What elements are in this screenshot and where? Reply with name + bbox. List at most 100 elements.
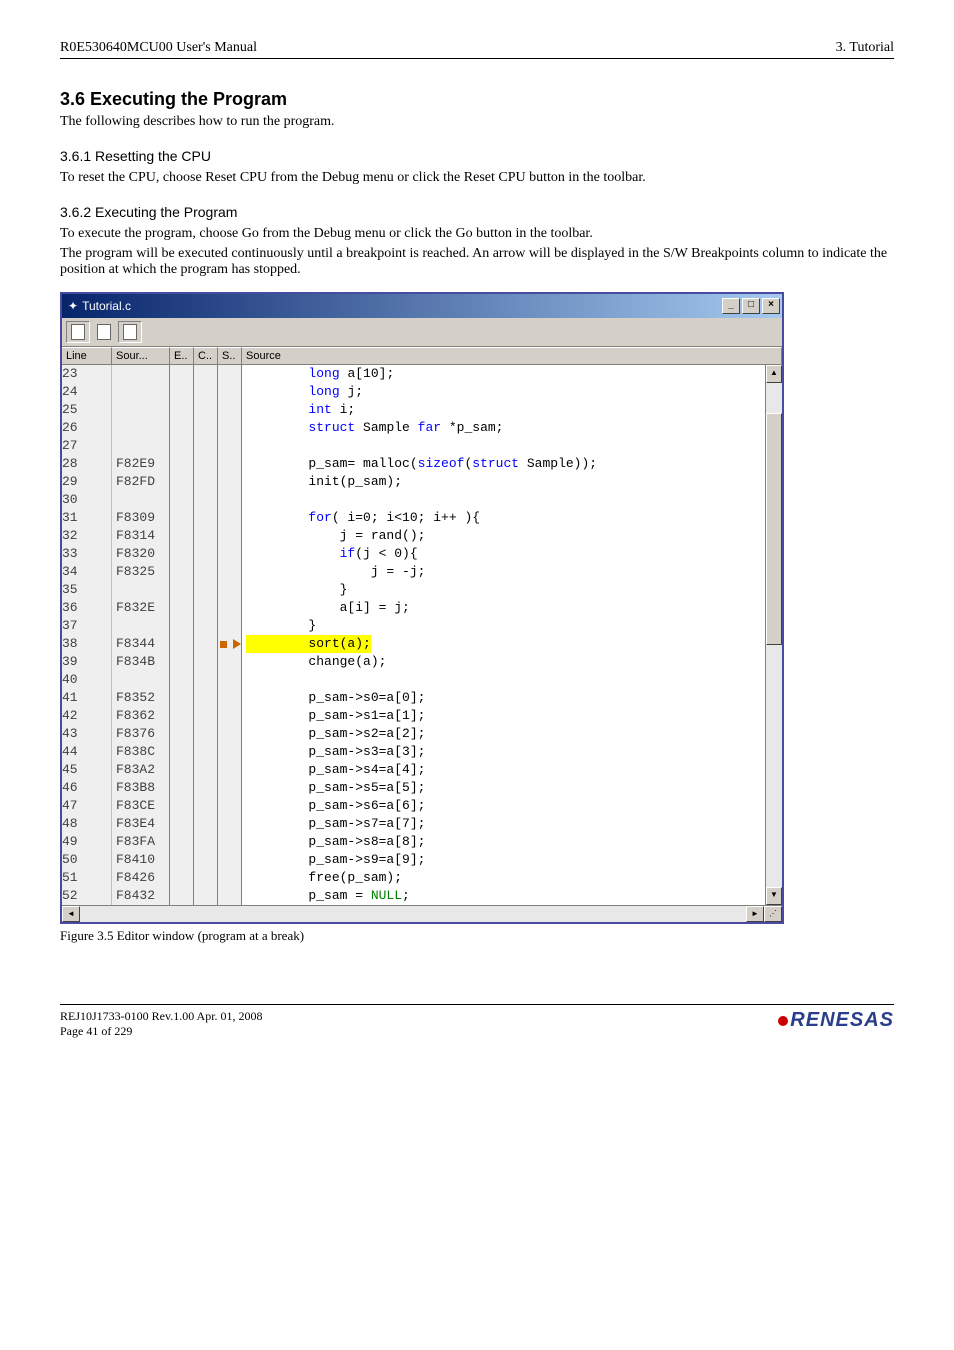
minimize-button[interactable]: _: [722, 298, 740, 314]
breakpoint-cell[interactable]: [218, 581, 241, 599]
source-line[interactable]: struct Sample far *p_sam;: [246, 419, 765, 437]
source-line[interactable]: j = rand();: [246, 527, 765, 545]
e-cell: [170, 707, 193, 725]
source-line[interactable]: p_sam->s0=a[0];: [246, 689, 765, 707]
breakpoint-cell[interactable]: [218, 473, 241, 491]
source-line[interactable]: [246, 671, 765, 689]
source-line[interactable]: change(a);: [246, 653, 765, 671]
breakpoint-cell[interactable]: [218, 509, 241, 527]
source-line[interactable]: p_sam->s1=a[1];: [246, 707, 765, 725]
scroll-up-button[interactable]: ▲: [766, 365, 782, 383]
source-line[interactable]: p_sam->s8=a[8];: [246, 833, 765, 851]
source-line[interactable]: }: [246, 581, 765, 599]
toolbar-btn-2[interactable]: [92, 321, 116, 343]
c-cell: [194, 527, 217, 545]
toolbar-btn-1[interactable]: [66, 321, 90, 343]
e-cell: [170, 419, 193, 437]
titlebar[interactable]: ✦ Tutorial.c _ □ ×: [62, 294, 782, 318]
breakpoint-cell[interactable]: [218, 635, 241, 653]
breakpoint-cell[interactable]: [218, 725, 241, 743]
source-line[interactable]: long a[10];: [246, 365, 765, 383]
source-line[interactable]: [246, 437, 765, 455]
source-line[interactable]: }: [246, 617, 765, 635]
source-line[interactable]: int i;: [246, 401, 765, 419]
source-line[interactable]: [246, 491, 765, 509]
vertical-scrollbar[interactable]: ▲ ▼: [765, 365, 782, 905]
header-right: 3. Tutorial: [836, 40, 894, 56]
close-button[interactable]: ×: [762, 298, 780, 314]
breakpoint-cell[interactable]: [218, 761, 241, 779]
source-line[interactable]: a[i] = j;: [246, 599, 765, 617]
source-line[interactable]: p_sam->s6=a[6];: [246, 797, 765, 815]
address-value: F83B8: [116, 779, 169, 797]
source-line[interactable]: p_sam->s3=a[3];: [246, 743, 765, 761]
source-line[interactable]: for( i=0; i<10; i++ ){: [246, 509, 765, 527]
source-line[interactable]: p_sam= malloc(sizeof(struct Sample));: [246, 455, 765, 473]
section-3-6-1-title: 3.6.1 Resetting the CPU: [60, 148, 894, 164]
maximize-button[interactable]: □: [742, 298, 760, 314]
col-head-source[interactable]: Source: [242, 347, 782, 364]
source-line[interactable]: p_sam->s7=a[7];: [246, 815, 765, 833]
breakpoint-cell[interactable]: [218, 491, 241, 509]
address-value: F8362: [116, 707, 169, 725]
scroll-right-button[interactable]: ►: [746, 906, 764, 922]
source-line[interactable]: free(p_sam);: [246, 869, 765, 887]
source-column[interactable]: long a[10]; long j; int i; struct Sample…: [242, 365, 765, 905]
breakpoint-cell[interactable]: [218, 671, 241, 689]
col-head-c[interactable]: C..: [194, 347, 218, 364]
breakpoint-cell[interactable]: [218, 815, 241, 833]
source-line[interactable]: init(p_sam);: [246, 473, 765, 491]
breakpoint-cell[interactable]: [218, 599, 241, 617]
scroll-thumb[interactable]: [766, 413, 782, 645]
source-line[interactable]: j = -j;: [246, 563, 765, 581]
line-number: 32: [62, 527, 105, 545]
breakpoint-cell[interactable]: [218, 437, 241, 455]
source-line[interactable]: long j;: [246, 383, 765, 401]
breakpoint-cell[interactable]: [218, 545, 241, 563]
col-head-s[interactable]: S..: [218, 347, 242, 364]
e-cell: [170, 743, 193, 761]
breakpoint-cell[interactable]: [218, 383, 241, 401]
line-number: 48: [62, 815, 105, 833]
source-line[interactable]: p_sam->s2=a[2];: [246, 725, 765, 743]
breakpoint-cell[interactable]: [218, 743, 241, 761]
breakpoint-cell[interactable]: [218, 869, 241, 887]
col-head-e[interactable]: E..: [170, 347, 194, 364]
source-line[interactable]: sort(a);: [246, 635, 765, 653]
footer-page: Page 41 of 229: [60, 1024, 263, 1039]
e-cell: [170, 383, 193, 401]
source-line[interactable]: p_sam = NULL;: [246, 887, 765, 905]
source-line[interactable]: p_sam->s5=a[5];: [246, 779, 765, 797]
col-head-line[interactable]: Line: [62, 347, 112, 364]
breakpoint-cell[interactable]: [218, 707, 241, 725]
breakpoint-cell[interactable]: [218, 797, 241, 815]
scroll-track-h[interactable]: [80, 906, 746, 922]
breakpoint-cell[interactable]: [218, 563, 241, 581]
scroll-left-button[interactable]: ◄: [62, 906, 80, 922]
scroll-track[interactable]: [766, 383, 782, 887]
source-line[interactable]: if(j < 0){: [246, 545, 765, 563]
breakpoint-cell[interactable]: [218, 617, 241, 635]
horizontal-scrollbar[interactable]: ◄ ► ⋰: [62, 905, 782, 922]
breakpoint-cell[interactable]: [218, 833, 241, 851]
address-value: [116, 581, 169, 599]
breakpoint-cell[interactable]: [218, 887, 241, 905]
breakpoint-cell[interactable]: [218, 779, 241, 797]
breakpoint-cell[interactable]: [218, 419, 241, 437]
breakpoint-cell[interactable]: [218, 689, 241, 707]
toolbar-btn-3[interactable]: [118, 321, 142, 343]
breakpoint-cell[interactable]: [218, 401, 241, 419]
address-value: [116, 401, 169, 419]
s-breakpoint-column[interactable]: [218, 365, 242, 905]
source-line[interactable]: p_sam->s9=a[9];: [246, 851, 765, 869]
breakpoint-cell[interactable]: [218, 527, 241, 545]
resize-grip[interactable]: ⋰: [764, 906, 782, 922]
breakpoint-cell[interactable]: [218, 851, 241, 869]
c-cell: [194, 617, 217, 635]
breakpoint-cell[interactable]: [218, 365, 241, 383]
col-head-sour[interactable]: Sour...: [112, 347, 170, 364]
breakpoint-cell[interactable]: [218, 455, 241, 473]
source-line[interactable]: p_sam->s4=a[4];: [246, 761, 765, 779]
scroll-down-button[interactable]: ▼: [766, 887, 782, 905]
breakpoint-cell[interactable]: [218, 653, 241, 671]
